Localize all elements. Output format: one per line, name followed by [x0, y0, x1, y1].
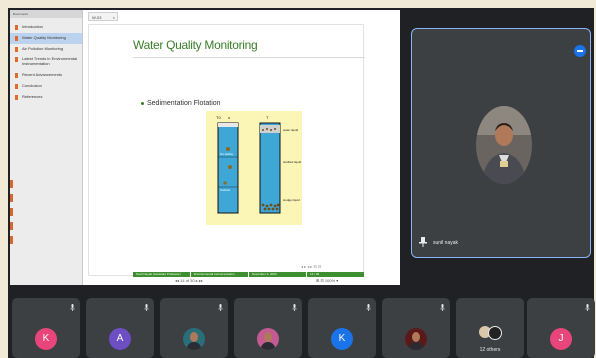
diagram-label-left-1: floc settling: [220, 152, 234, 156]
outline-item-label: Recent Advancements: [22, 71, 63, 77]
avatar-photo: [405, 328, 427, 350]
bookmark-icon: [15, 94, 18, 100]
outline-item-label: Water Quality Monitoring: [22, 34, 66, 40]
outline-item-label: Air Pollution Monitoring: [22, 45, 64, 51]
mic-off-icon: [366, 304, 371, 311]
footer-course: Environmental Instrumentation: [191, 272, 249, 277]
avatar: K: [331, 328, 353, 350]
outline-item[interactable]: Conclusion: [10, 81, 82, 92]
mic-off-icon: [144, 304, 149, 311]
outline-item-label: References: [22, 93, 43, 99]
close-icon[interactable]: ×: [113, 13, 115, 22]
slide: Water Quality Monitoring Sedimentation F…: [88, 24, 365, 277]
bookmark-icon: [15, 46, 18, 52]
slide-nav-controls[interactable]: ◂ ▸ ◂ ▸ ⊟ ⊡: [301, 264, 321, 269]
mic-off-icon: [70, 304, 75, 311]
mic-off-icon: [585, 304, 590, 311]
mic-off-icon: [292, 304, 297, 311]
bookmark-icon: [15, 25, 18, 30]
mic-off-icon: [218, 304, 223, 311]
avatar-photo: [183, 328, 205, 350]
slide-bullet: Sedimentation Flotation: [141, 100, 221, 107]
outline-item[interactable]: Introduction: [10, 22, 82, 33]
participant-tile[interactable]: [382, 298, 450, 358]
outline-item[interactable]: References: [10, 92, 82, 103]
diagram-label-t0: T0: [216, 115, 221, 120]
tool-icon[interactable]: [10, 194, 13, 202]
participant-tile[interactable]: K: [12, 298, 80, 358]
diagram-label-right-2: clarified liquid: [283, 160, 302, 164]
tool-icon[interactable]: [10, 208, 13, 216]
diagram-label-right-1: water liquid: [283, 128, 299, 132]
footer-page: 14 / 30: [307, 272, 365, 277]
participant-tile[interactable]: K: [308, 298, 376, 358]
meeting-stage: Bookmarks Introduction Water Quality Moni…: [8, 8, 595, 358]
more-options-button[interactable]: [574, 45, 586, 57]
participant-tile[interactable]: [234, 298, 302, 358]
title-divider: [133, 57, 365, 58]
avatar: K: [35, 328, 57, 350]
others-tile[interactable]: 12 others: [456, 298, 524, 358]
footer-date: November 2, 2023: [249, 272, 307, 277]
speaker-video: [476, 106, 532, 184]
bookmarks-sidebar: Bookmarks Introduction Water Quality Moni…: [10, 10, 83, 285]
outline-item[interactable]: Water Quality Monitoring: [10, 32, 82, 44]
tool-icon[interactable]: [10, 236, 13, 244]
avatar-photo: [257, 328, 279, 350]
speaker-name: sunil nayak: [433, 240, 459, 246]
outline-item[interactable]: Latest Trends in Environmental Instrumen…: [10, 54, 82, 70]
outline-item-label: Conclusion: [22, 82, 42, 88]
bookmark-icon: [15, 83, 18, 89]
zoom-controls[interactable]: ⊞ ⊟ 100% ▾: [316, 278, 338, 283]
pin-icon[interactable]: [419, 237, 427, 247]
slide-footer: Sunil Nayak (Assistant Professor) Enviro…: [133, 272, 365, 277]
outline-list: Introduction Water Quality Monitoring Air …: [10, 22, 82, 102]
outline-item-label: Introduction: [22, 24, 43, 29]
document-tab[interactable]: W-03 ×: [88, 12, 118, 21]
sidebar-tool-rail: [10, 180, 14, 270]
footer-author: Sunil Nayak (Assistant Professor): [133, 272, 191, 277]
mic-off-icon: [440, 304, 445, 311]
sedimentation-diagram: T0 o T water liquid clarified liquid slu…: [206, 111, 302, 225]
document-tab-label: W-03: [92, 15, 102, 20]
window-frame: Bookmarks Introduction Water Quality Moni…: [0, 0, 596, 358]
bookmarks-header: Bookmarks: [10, 10, 82, 18]
outline-item[interactable]: Recent Advancements: [10, 70, 82, 81]
avatar: A: [109, 328, 131, 350]
tool-icon[interactable]: [10, 180, 13, 188]
slide-title: Water Quality Monitoring: [133, 38, 258, 52]
diagram-label-left-2: hindered: [220, 188, 231, 192]
diagram-label-right-3: sludge liquid: [283, 198, 300, 202]
minus-icon: [577, 50, 583, 52]
bookmark-icon: [15, 72, 18, 78]
tool-icon[interactable]: [10, 222, 13, 230]
participant-tile[interactable]: [160, 298, 228, 358]
presentation-tile[interactable]: Bookmarks Introduction Water Quality Moni…: [10, 10, 400, 285]
others-count-label: 12 others: [479, 347, 501, 353]
page-navigation[interactable]: ◂◂ 14 of 30 ▸ ▸▸: [175, 278, 203, 283]
participant-tile[interactable]: A: [86, 298, 154, 358]
outline-item[interactable]: Air Pollution Monitoring: [10, 44, 82, 55]
avatar: J: [550, 328, 572, 350]
slide-bullet-text: Sedimentation Flotation: [147, 100, 221, 107]
bookmark-icon: [15, 57, 18, 63]
bullet-icon: [141, 101, 144, 105]
bookmark-icon: [15, 35, 18, 41]
outline-item-label: Latest Trends in Environmental Instrumen…: [22, 56, 78, 67]
others-avatars-icon: [479, 326, 502, 340]
speaker-tile[interactable]: sunil nayak: [411, 28, 591, 258]
participant-tile[interactable]: J: [527, 298, 595, 358]
